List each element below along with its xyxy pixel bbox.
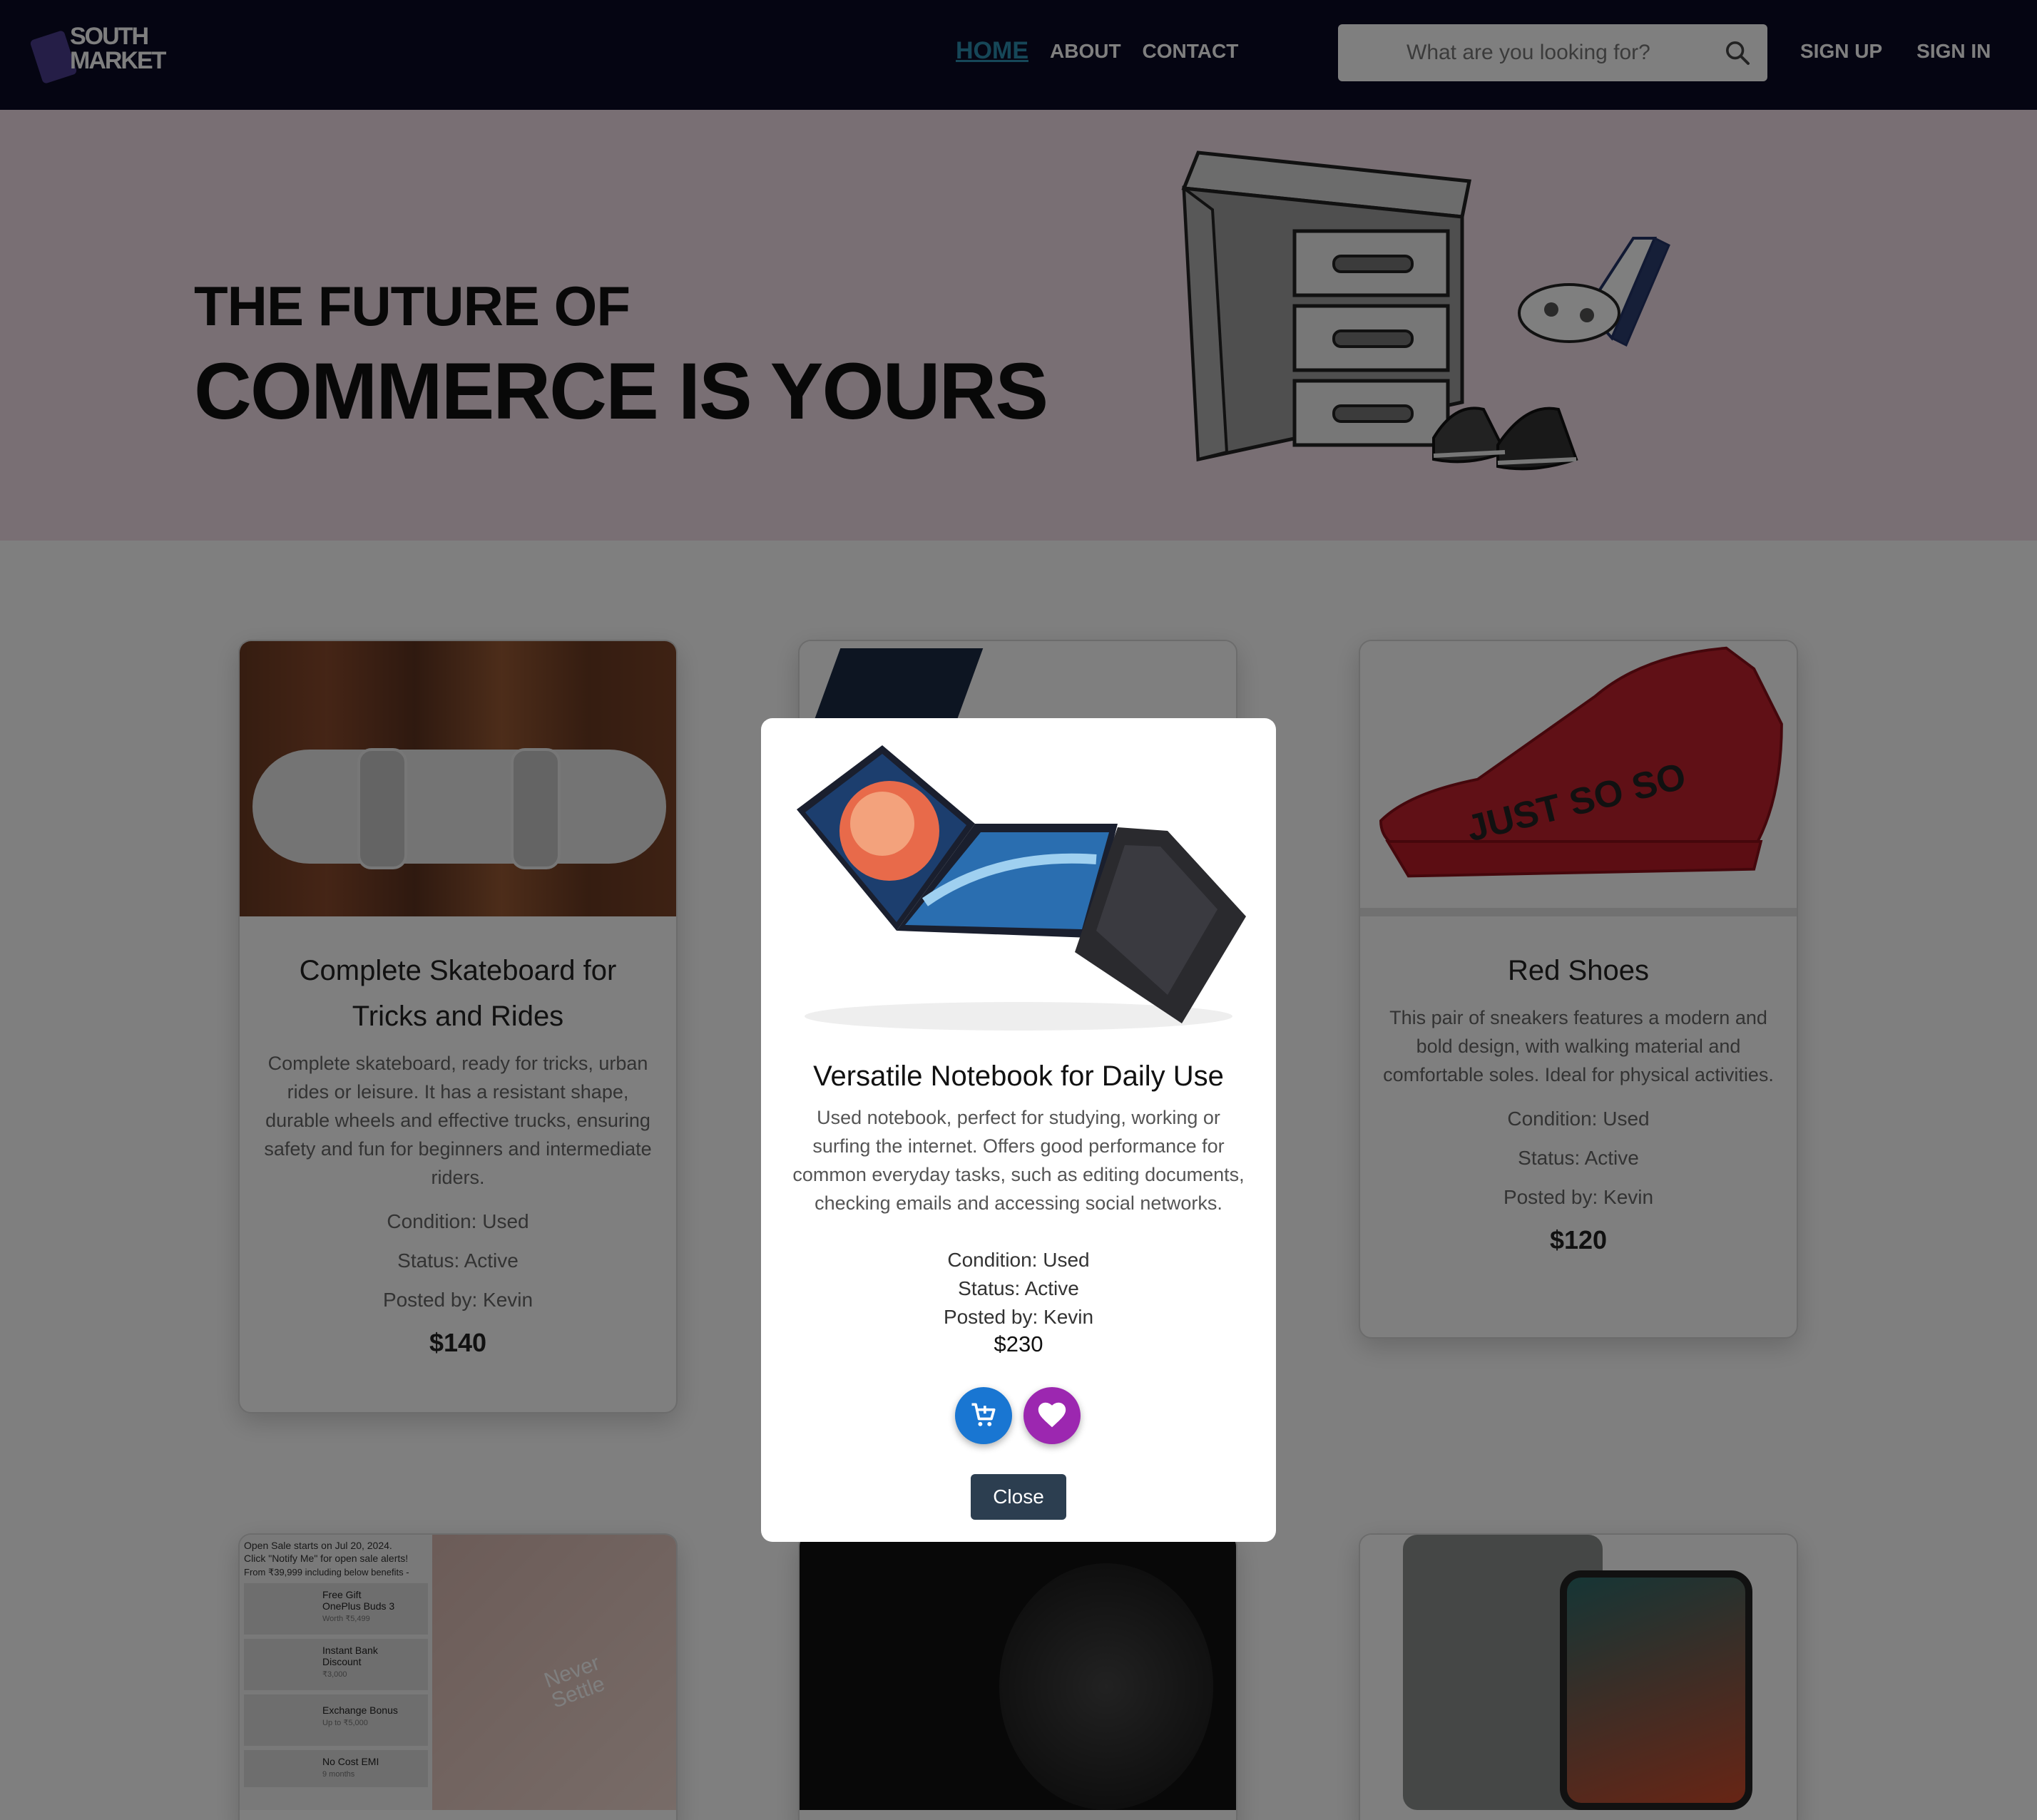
modal-description: Used notebook, perfect for studying, wor… bbox=[792, 1107, 1245, 1214]
modal-title: Versatile Notebook for Daily Use bbox=[813, 1060, 1224, 1092]
modal-backdrop-top bbox=[0, 0, 2037, 110]
heart-icon bbox=[1038, 1402, 1066, 1427]
modal-status: Status: Active bbox=[958, 1277, 1079, 1299]
product-image bbox=[797, 745, 1246, 1031]
product-detail-modal: Versatile Notebook for Daily Use Used no… bbox=[761, 718, 1276, 1542]
modal-price: $230 bbox=[994, 1331, 1043, 1356]
modal-condition: Condition: Used bbox=[947, 1249, 1090, 1271]
add-to-cart-button[interactable] bbox=[955, 1387, 1012, 1444]
cart-add-icon bbox=[971, 1403, 996, 1426]
close-modal-button[interactable]: Close bbox=[971, 1474, 1066, 1520]
modal-posted-by: Posted by: Kevin bbox=[943, 1306, 1094, 1328]
add-to-favorites-button[interactable] bbox=[1023, 1387, 1081, 1444]
